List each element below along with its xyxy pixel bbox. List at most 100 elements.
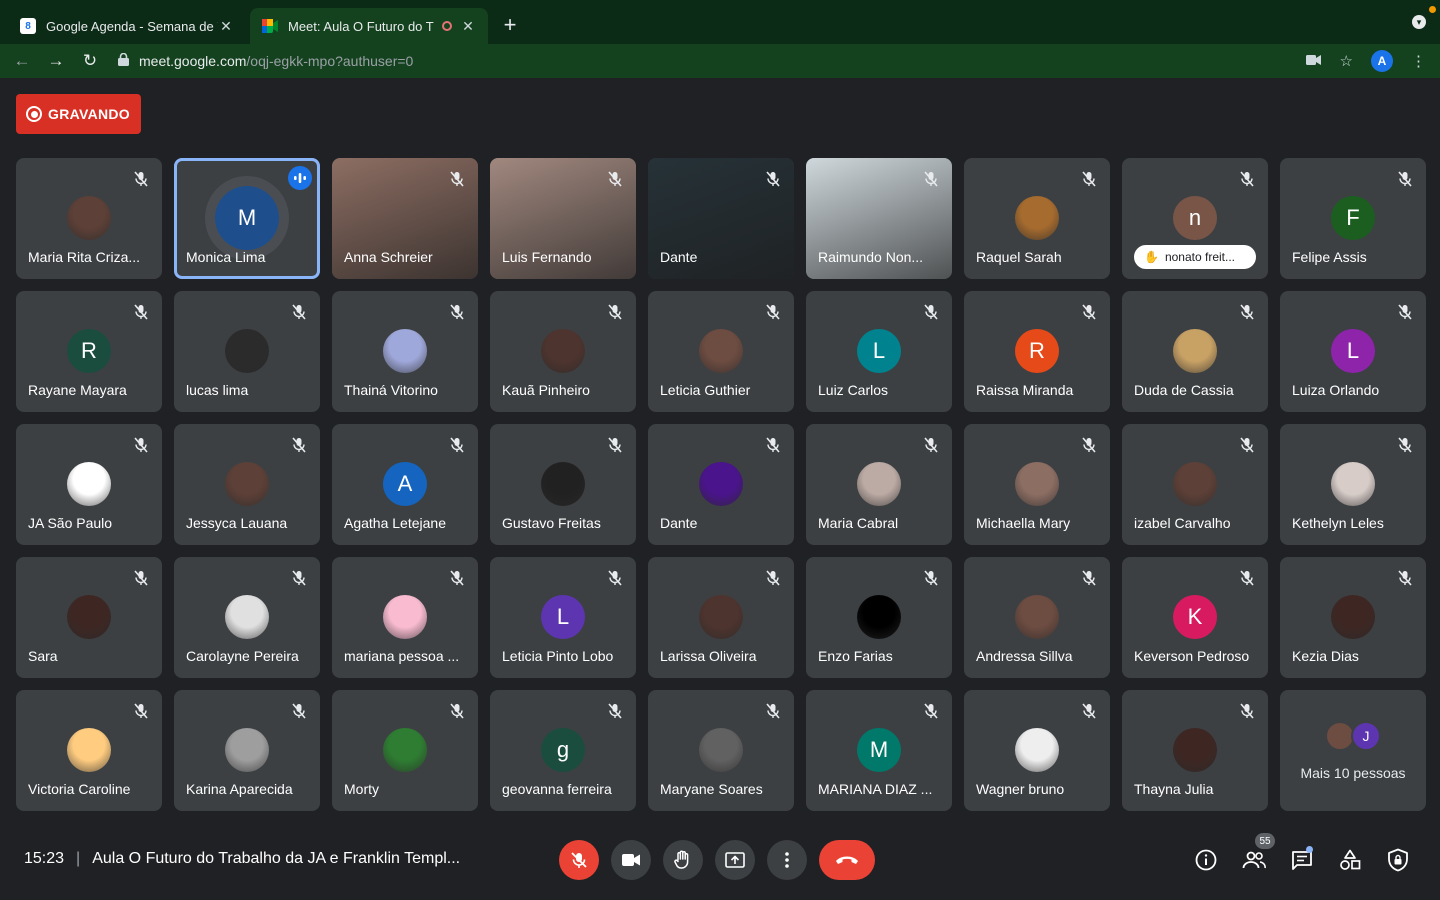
participant-tile[interactable]: Gustavo Freitas xyxy=(490,424,636,545)
participant-name: Leticia Guthier xyxy=(660,382,751,398)
participant-avatar: L xyxy=(541,595,585,639)
participant-tile[interactable]: izabel Carvalho xyxy=(1122,424,1268,545)
mic-off-icon xyxy=(606,303,624,321)
participant-tile[interactable]: Carolayne Pereira xyxy=(174,557,320,678)
participant-tile[interactable]: Karina Aparecida xyxy=(174,690,320,811)
participant-tile[interactable]: Maryane Soares xyxy=(648,690,794,811)
meeting-info: 15:23 | Aula O Futuro do Trabalho da JA … xyxy=(24,850,460,868)
participant-tile[interactable]: L Luiza Orlando xyxy=(1280,291,1426,412)
participant-avatar: L xyxy=(1331,329,1375,373)
participant-tile[interactable]: Raquel Sarah xyxy=(964,158,1110,279)
participant-tile[interactable]: A Agatha Letejane xyxy=(332,424,478,545)
forward-icon[interactable]: → xyxy=(46,51,66,71)
mic-off-icon xyxy=(922,702,940,720)
participant-tile[interactable]: Morty xyxy=(332,690,478,811)
participant-name: MARIANA DIAZ ... xyxy=(818,781,933,797)
participant-tile[interactable]: lucas lima xyxy=(174,291,320,412)
participant-name: Andressa Sillva xyxy=(976,648,1073,664)
videocam-icon xyxy=(622,854,640,866)
participant-tile[interactable]: Leticia Guthier xyxy=(648,291,794,412)
participant-tile[interactable]: Andressa Sillva xyxy=(964,557,1110,678)
participant-name: Carolayne Pereira xyxy=(186,648,299,664)
mic-off-icon xyxy=(1080,170,1098,188)
participant-avatar xyxy=(857,595,901,639)
reload-icon[interactable]: ↻ xyxy=(80,51,100,71)
participant-tile[interactable]: Victoria Caroline xyxy=(16,690,162,811)
participant-tile[interactable]: Maria Cabral xyxy=(806,424,952,545)
camera-toggle-button[interactable] xyxy=(611,840,651,880)
meeting-details-button[interactable] xyxy=(1194,848,1218,872)
participant-tile[interactable]: Duda de Cassia xyxy=(1122,291,1268,412)
new-tab-button[interactable]: + xyxy=(498,12,522,38)
participant-name: geovanna ferreira xyxy=(502,781,612,797)
raise-hand-button[interactable] xyxy=(663,840,703,880)
participant-tile[interactable]: n ✋ nonato freit... xyxy=(1122,158,1268,279)
participant-name: Sara xyxy=(28,648,58,664)
participant-avatar xyxy=(1331,462,1375,506)
participant-tile[interactable]: R Rayane Mayara xyxy=(16,291,162,412)
tab-meet[interactable]: Meet: Aula O Futuro do Tra ✕ xyxy=(250,8,488,44)
profile-avatar[interactable]: A xyxy=(1371,50,1393,72)
participant-tile[interactable]: Wagner bruno xyxy=(964,690,1110,811)
participant-tile[interactable]: Luis Fernando xyxy=(490,158,636,279)
mic-off-icon xyxy=(764,303,782,321)
tab-search-icon[interactable]: ▾ xyxy=(1412,15,1426,29)
tab-google-agenda[interactable]: 8 Google Agenda - Semana de 7 ✕ xyxy=(8,8,246,44)
back-icon[interactable]: ← xyxy=(12,51,32,71)
more-participants-tile[interactable]: J Mais 10 pessoas xyxy=(1280,690,1426,811)
close-tab-icon[interactable]: ✕ xyxy=(218,18,234,35)
participant-avatar: F xyxy=(1331,196,1375,240)
participant-name: Raimundo Non... xyxy=(818,249,924,265)
recording-badge[interactable]: GRAVANDO xyxy=(16,94,141,134)
participant-grid: Maria Rita Criza... M Monica Lima Anna Schr… xyxy=(16,158,1426,811)
participant-tile[interactable]: Thayna Julia xyxy=(1122,690,1268,811)
participant-tile[interactable]: JA São Paulo xyxy=(16,424,162,545)
participant-tile[interactable]: Sara xyxy=(16,557,162,678)
participant-tile[interactable]: Thainá Vitorino xyxy=(332,291,478,412)
participant-tile[interactable]: Dante xyxy=(648,424,794,545)
bookmark-star-icon[interactable]: ☆ xyxy=(1340,52,1353,70)
participant-tile[interactable]: Kauã Pinheiro xyxy=(490,291,636,412)
mic-off-icon xyxy=(922,436,940,454)
meeting-time: 15:23 xyxy=(24,850,65,867)
participant-tile[interactable]: M MARIANA DIAZ ... xyxy=(806,690,952,811)
participant-name: Larissa Oliveira xyxy=(660,648,757,664)
present-screen-button[interactable] xyxy=(715,840,755,880)
participant-name: lucas lima xyxy=(186,382,249,398)
participant-tile[interactable]: R Raissa Miranda xyxy=(964,291,1110,412)
participant-tile[interactable]: F Felipe Assis xyxy=(1280,158,1426,279)
participant-tile[interactable]: g geovanna ferreira xyxy=(490,690,636,811)
participant-tile[interactable]: Enzo Farias xyxy=(806,557,952,678)
participant-tile[interactable]: Raimundo Non... xyxy=(806,158,952,279)
participant-tile[interactable]: Kezia Dias xyxy=(1280,557,1426,678)
participant-name: Karina Aparecida xyxy=(186,781,293,797)
participant-name: Leticia Pinto Lobo xyxy=(502,648,614,664)
participant-tile[interactable]: L Luiz Carlos xyxy=(806,291,952,412)
mic-toggle-button[interactable] xyxy=(559,840,599,880)
participant-tile[interactable]: Michaella Mary xyxy=(964,424,1110,545)
participant-name: Jessyca Lauana xyxy=(186,515,288,531)
more-options-button[interactable] xyxy=(767,840,807,880)
shapes-icon xyxy=(1340,849,1361,870)
participant-tile[interactable]: Kethelyn Leles xyxy=(1280,424,1426,545)
address-bar[interactable]: meet.google.com/oqj-egkk-mpo?authuser=0 xyxy=(118,52,1306,69)
participant-tile[interactable]: Dante xyxy=(648,158,794,279)
browser-menu-icon[interactable]: ⋮ xyxy=(1411,52,1426,70)
camera-blocked-icon[interactable] xyxy=(1305,53,1322,70)
participant-tile[interactable]: Larissa Oliveira xyxy=(648,557,794,678)
participant-tile[interactable]: Jessyca Lauana xyxy=(174,424,320,545)
participant-tile[interactable]: K Keverson Pedroso xyxy=(1122,557,1268,678)
meeting-title[interactable]: Aula O Futuro do Trabalho da JA e Frankl… xyxy=(92,850,460,868)
leave-call-button[interactable] xyxy=(819,840,875,880)
speaking-indicator-icon xyxy=(288,166,312,190)
activities-button[interactable] xyxy=(1338,848,1362,872)
participant-tile[interactable]: Maria Rita Criza... xyxy=(16,158,162,279)
close-tab-icon[interactable]: ✕ xyxy=(460,18,476,35)
participant-tile[interactable]: L Leticia Pinto Lobo xyxy=(490,557,636,678)
participant-tile[interactable]: mariana pessoa ... xyxy=(332,557,478,678)
participant-avatar: K xyxy=(1173,595,1217,639)
host-controls-button[interactable] xyxy=(1386,848,1410,872)
participants-button[interactable] xyxy=(1242,848,1266,872)
participant-tile[interactable]: M Monica Lima xyxy=(174,158,320,279)
participant-tile[interactable]: Anna Schreier xyxy=(332,158,478,279)
